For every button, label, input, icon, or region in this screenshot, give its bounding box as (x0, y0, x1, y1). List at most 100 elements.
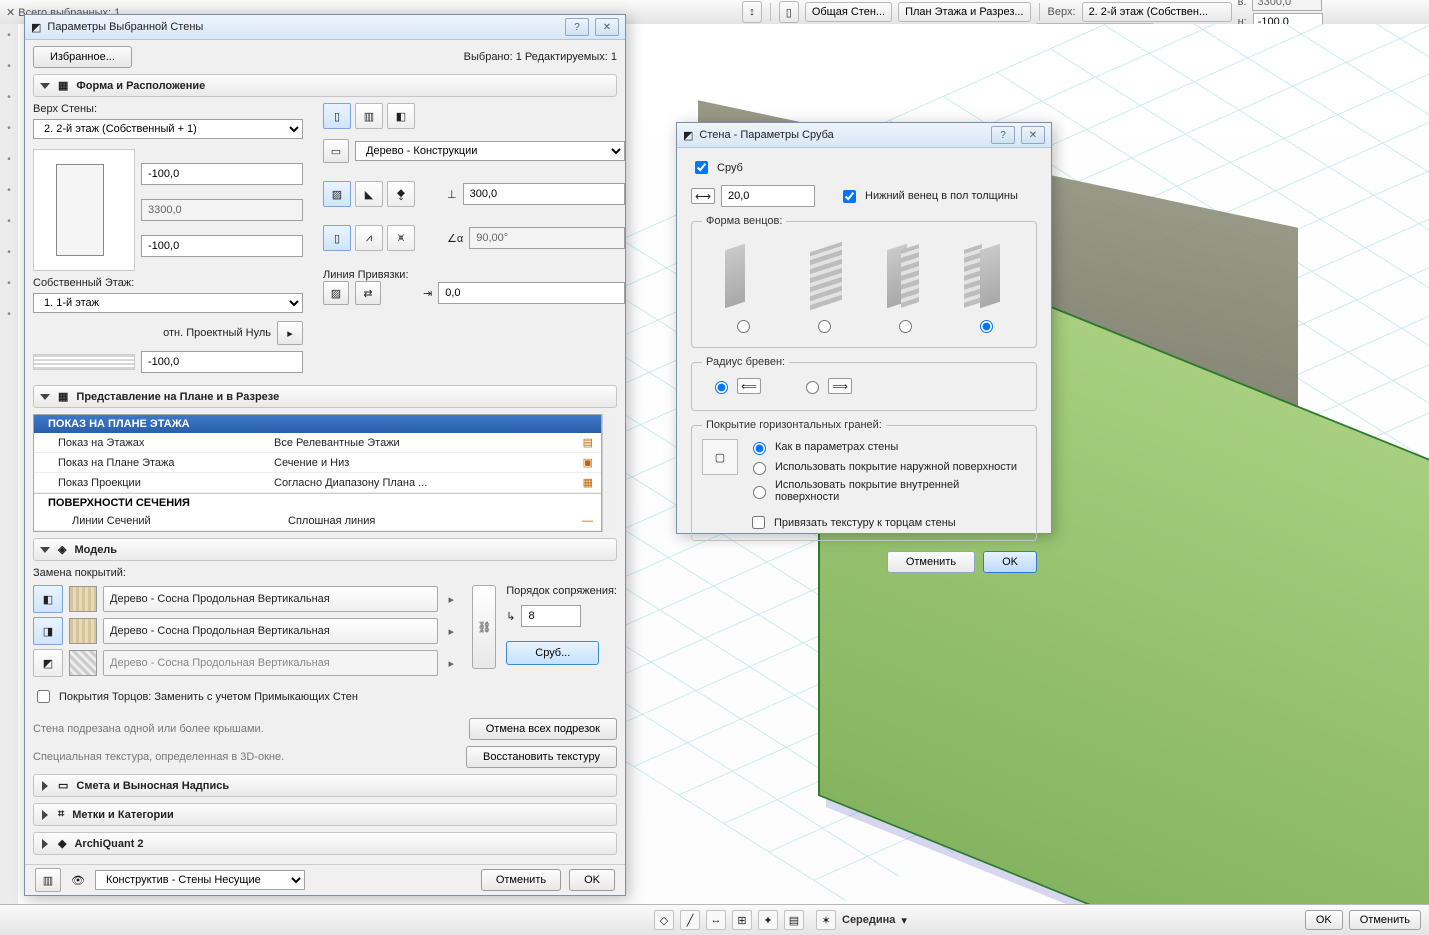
cut-icon[interactable]: ▣ (569, 456, 593, 469)
ref-level-button[interactable]: ▸ (277, 321, 303, 345)
undo-crop-button[interactable]: Отмена всех подрезок (469, 718, 617, 740)
general-wall-button[interactable]: Общая Стен... (805, 2, 892, 22)
help-button[interactable]: ? (565, 18, 589, 36)
ends-checkbox[interactable] (37, 690, 50, 703)
radius-right-row[interactable]: ⟹ (801, 378, 852, 394)
surface-outside[interactable]: Дерево - Сосна Продольная Вертикальная (103, 586, 438, 612)
section-tags[interactable]: ⌗Метки и Категории (33, 803, 617, 826)
line-icon[interactable]: — (569, 515, 593, 527)
dialog-titlebar[interactable]: ◩ Параметры Выбранной Стены ? ✕ (25, 15, 625, 40)
swatch-edge[interactable] (69, 618, 97, 644)
guide-icon[interactable]: ╱ (680, 910, 700, 930)
cover-wall-radio[interactable] (753, 442, 766, 455)
section-model[interactable]: ◈Модель (33, 538, 617, 561)
measure-icon[interactable]: ↔ (706, 910, 726, 930)
shape-flat-radio[interactable] (737, 320, 750, 333)
log-ok-button[interactable]: OK (983, 551, 1037, 573)
section-archiquant[interactable]: ◆ArchiQuant 2 (33, 832, 617, 855)
geom-straight-icon[interactable]: ▨ (323, 181, 351, 207)
texture-align-icon-3[interactable]: ▸ (444, 657, 458, 670)
cursor-icon[interactable]: ✶ (816, 910, 836, 930)
refline-field[interactable] (438, 282, 625, 304)
left-palette-strip[interactable]: •••••••••• (0, 24, 19, 905)
half-first-row[interactable]: Нижний венец в пол толщины (839, 187, 1018, 206)
cover-in-row[interactable]: Использовать покрытие внутренней поверхн… (748, 479, 1026, 503)
enable-log-row[interactable]: Сруб (691, 158, 1037, 177)
geom-slanted-icon[interactable]: ◣ (355, 181, 383, 207)
plan-listbox[interactable]: ПОКАЗ НА ПЛАНЕ ЭТАЖА Показ на ЭтажахВсе … (33, 414, 602, 532)
override-outside-toggle[interactable]: ◧ (33, 585, 63, 613)
chevron-down-icon[interactable]: ▾ (901, 914, 907, 927)
radius-right-radio[interactable] (806, 381, 819, 394)
material-icon[interactable]: ▭ (323, 139, 349, 163)
select-wall-top[interactable]: 2. 2-й этаж (Собственный + 1) (33, 119, 303, 139)
radius-left-radio[interactable] (715, 381, 728, 394)
log-diameter-field[interactable] (721, 185, 815, 207)
plan-slanted-icon[interactable]: ⩘ (355, 225, 383, 251)
stories-icon[interactable]: ▤ (569, 436, 593, 449)
section-estimate[interactable]: ▭Смета и Выносная Надпись (33, 774, 617, 797)
override-edge-toggle[interactable]: ◨ (33, 617, 63, 645)
section-plan[interactable]: ▦Представление на Плане и в Разрезе (33, 385, 617, 408)
shape-in-radio[interactable] (980, 320, 993, 333)
swatch-outside[interactable] (69, 586, 97, 612)
cover-out-row[interactable]: Использовать покрытие наружной поверхнос… (748, 459, 1026, 475)
footer-cancel-button[interactable]: Отменить (1349, 910, 1421, 930)
link-surfaces-chain-icon[interactable]: ⛓ (472, 585, 496, 669)
log-close-button[interactable]: ✕ (1021, 126, 1045, 144)
refline-flip-icon[interactable]: ⇄ (355, 281, 381, 305)
wall-icon[interactable]: ▯ (779, 1, 799, 23)
select-own-story[interactable]: 1. 1-й этаж (33, 293, 303, 313)
refline-side-icon[interactable]: ▨ (323, 281, 349, 305)
section-form[interactable]: ▦Форма и Расположение (33, 74, 617, 97)
favorites-button[interactable]: Избранное... (33, 46, 132, 68)
override-inside-toggle[interactable]: ◩ (33, 649, 63, 677)
material-select[interactable]: Дерево - Конструкции (355, 141, 625, 161)
footer-ok-button[interactable]: OK (1305, 910, 1343, 930)
surface-edge[interactable]: Дерево - Сосна Продольная Вертикальная (103, 618, 438, 644)
texture-align-icon-2[interactable]: ▸ (444, 625, 458, 638)
log-help-button[interactable]: ? (991, 126, 1015, 144)
cover-in-radio[interactable] (753, 486, 766, 499)
enable-log-checkbox[interactable] (695, 161, 708, 174)
structure-profile-icon[interactable]: ◧ (387, 103, 415, 129)
snap-icon[interactable]: ◇ (654, 910, 674, 930)
thickness-field[interactable] (463, 183, 625, 205)
cover-wall-row[interactable]: Как в параметрах стены (748, 439, 1026, 455)
layer-select[interactable]: Конструктив - Стены Несущие (95, 870, 305, 890)
floor-plan-button[interactable]: План Этажа и Разрез... (898, 2, 1030, 22)
close-button[interactable]: ✕ (595, 18, 619, 36)
shape-out-radio[interactable] (899, 320, 912, 333)
tex-ends-row[interactable]: Привязать текстуру к торцам стены (748, 513, 1026, 532)
top-offset-field[interactable] (141, 163, 303, 185)
half-first-checkbox[interactable] (843, 190, 856, 203)
log-button[interactable]: Сруб... (506, 641, 599, 665)
shape-double-radio[interactable] (818, 320, 831, 333)
texture-align-icon[interactable]: ▸ (444, 593, 458, 606)
radius-left-row[interactable]: ⟸ (710, 378, 761, 394)
plan-vertical-icon[interactable]: ▯ (323, 225, 351, 251)
junction-order-field[interactable] (521, 605, 581, 627)
structure-basic-icon[interactable]: ▯ (323, 103, 351, 129)
log-dialog-titlebar[interactable]: ◩ Стена - Параметры Сруба ? ✕ (677, 123, 1051, 148)
mode-icon-1[interactable]: ↕ (742, 1, 762, 23)
plan-double-icon[interactable]: ⩙ (387, 225, 415, 251)
layer-icon[interactable]: ▥ (35, 868, 61, 892)
log-cancel-button[interactable]: Отменить (887, 551, 975, 573)
geom-trapezoid-icon[interactable]: ⧪ (387, 181, 415, 207)
proj-icon[interactable]: ▦ (569, 476, 593, 489)
structure-composite-icon[interactable]: ▥ (355, 103, 383, 129)
ref-level-field[interactable] (141, 351, 303, 373)
snap-mode-label[interactable]: Середина (842, 914, 895, 926)
layers-icon[interactable]: ▤ (784, 910, 804, 930)
swatch-inside[interactable] (69, 650, 97, 676)
magnet-icon[interactable]: ✦ (758, 910, 778, 930)
ok-button[interactable]: OK (569, 869, 615, 891)
top-link-button[interactable]: 2. 2-й этаж (Собствен... (1082, 2, 1232, 22)
bottom-offset-field[interactable] (141, 235, 303, 257)
eye-icon[interactable]: 👁 (71, 874, 85, 887)
grid-icon[interactable]: ⊞ (732, 910, 752, 930)
cancel-button[interactable]: Отменить (481, 869, 561, 891)
listbox-scrollbar[interactable] (602, 414, 617, 532)
ends-checkbox-row[interactable]: Покрытия Торцов: Заменить с учетом Примы… (33, 687, 617, 706)
